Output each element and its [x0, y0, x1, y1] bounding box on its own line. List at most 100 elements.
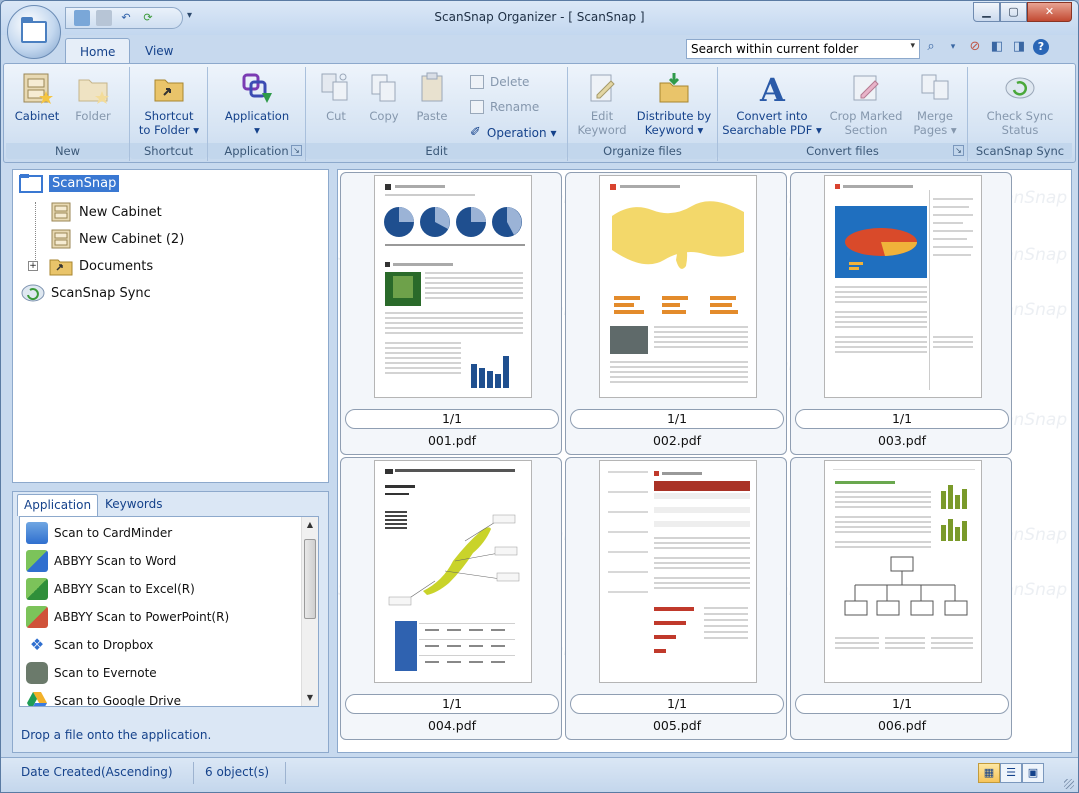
cabinet-icon — [51, 229, 71, 249]
app-item-abbyy-excel[interactable]: ABBYY Scan to Excel(R) — [26, 577, 195, 601]
cabinet-button[interactable]: Cabinet — [12, 71, 62, 123]
scroll-down-icon[interactable]: ▼ — [302, 690, 318, 706]
file-thumbnail-004[interactable]: 1/1 004.pdf — [340, 457, 562, 740]
distribute-label-1: Distribute by — [636, 109, 712, 123]
folder-tree: ScanSnap New Cabinet New Cabinet (2) + D… — [12, 169, 329, 483]
app-item-label: Scan to Google Drive — [54, 694, 181, 707]
maximize-button[interactable]: ▢ — [1000, 2, 1027, 22]
abbyy-word-icon — [26, 550, 48, 572]
application-label: Application — [224, 109, 290, 123]
copy-button[interactable]: Copy — [362, 71, 406, 123]
qat-dropdown-icon[interactable]: ▾ — [187, 10, 192, 21]
tree-item-scansnap-sync[interactable]: ScanSnap Sync — [21, 282, 151, 304]
cardminder-icon — [26, 522, 48, 544]
page-preview — [599, 460, 757, 683]
app-item-abbyy-powerpoint[interactable]: ABBYY Scan to PowerPoint(R) — [26, 605, 229, 629]
status-bar: Date Created(Ascending) 6 object(s) ▦ ☰ … — [1, 757, 1078, 792]
new-folder-icon — [78, 79, 109, 104]
app-list-scrollbar[interactable]: ▲ ▼ — [301, 517, 318, 706]
sync-icon[interactable]: ⟳ — [140, 10, 156, 26]
tab-home[interactable]: Home — [65, 38, 131, 64]
edit-keyword-button[interactable]: Edit Keyword — [572, 71, 632, 137]
file-thumbnail-003[interactable]: 1/1 003.pdf — [790, 172, 1012, 455]
search-options-icon[interactable]: ▾ — [945, 39, 961, 55]
tab-application[interactable]: Application — [17, 494, 99, 516]
tree-label: ScanSnap — [49, 174, 120, 192]
next-page-icon[interactable]: ◨ — [1011, 39, 1027, 55]
expand-documents-icon[interactable]: + — [28, 261, 38, 271]
tab-keywords[interactable]: Keywords — [99, 494, 169, 516]
previous-page-icon[interactable]: ◧ — [989, 39, 1005, 55]
group-convert: A Convert into Searchable PDF ▾ Crop Mar… — [718, 67, 968, 161]
app-panel-hint: Drop a file onto the application. — [21, 728, 212, 742]
minimize-button[interactable]: ▁ — [973, 2, 1000, 22]
app-item-evernote[interactable]: Scan to Evernote — [26, 661, 157, 685]
tree-item-new-cabinet[interactable]: New Cabinet — [49, 201, 162, 223]
help-icon[interactable]: ? — [1033, 39, 1049, 55]
document-preview — [833, 469, 975, 649]
merge-label-1: Merge — [917, 109, 953, 123]
application-panel: Application Keywords Scan to CardMinder … — [12, 491, 329, 753]
shortcut-to-folder-button[interactable]: Shortcut to Folder ▾ — [134, 71, 204, 137]
dropbox-icon: ❖ — [29, 635, 45, 654]
convert-searchable-pdf-button[interactable]: A Convert into Searchable PDF ▾ — [722, 71, 822, 137]
delete-button[interactable]: Delete — [470, 75, 529, 89]
group-shortcut: Shortcut to Folder ▾ Shortcut — [130, 67, 208, 161]
application-arrow: ▾ — [254, 123, 260, 137]
scroll-up-icon[interactable]: ▲ — [302, 517, 318, 533]
thumbnail-view-icon[interactable]: ▦ — [978, 763, 1000, 783]
paste-button[interactable]: Paste — [410, 71, 454, 123]
scrollbar-thumb[interactable] — [304, 539, 316, 619]
print-icon[interactable] — [96, 10, 112, 26]
file-thumbnail-002[interactable]: 1/1 002.pdf — [565, 172, 787, 455]
list-view-icon[interactable]: ☰ — [1000, 763, 1022, 783]
check-sync-status-button[interactable]: Check Sync Status — [976, 71, 1064, 137]
cut-label: Cut — [326, 109, 346, 123]
search-dropdown-icon[interactable]: ▾ — [910, 41, 915, 51]
group-application-label: Application ↘ — [208, 143, 305, 159]
crop-label-1: Crop Marked — [829, 109, 903, 123]
cut-button[interactable]: Cut — [314, 71, 358, 123]
file-thumbnail-006[interactable]: 1/1 006.pdf — [790, 457, 1012, 740]
folder-button[interactable]: Folder — [68, 71, 118, 123]
merge-icon — [921, 74, 949, 100]
tab-view[interactable]: View — [131, 38, 187, 64]
file-thumbnail-001[interactable]: 1/1 001.pdf — [340, 172, 562, 455]
app-item-abbyy-word[interactable]: ABBYY Scan to Word — [26, 549, 176, 573]
document-preview — [384, 184, 525, 388]
distribute-label-2: Keyword ▾ — [644, 123, 704, 137]
merge-pages-button[interactable]: Merge Pages ▾ — [910, 71, 960, 137]
app-item-cardminder[interactable]: Scan to CardMinder — [26, 521, 172, 545]
preview-view-icon[interactable]: ▣ — [1022, 763, 1044, 783]
file-thumbnail-005[interactable]: 1/1 005.pdf — [565, 457, 787, 740]
tree-item-scansnap[interactable]: ScanSnap — [19, 172, 120, 194]
operation-button[interactable]: ✐ Operation ▾ — [470, 125, 556, 140]
shortcut-label-2: to Folder ▾ — [138, 123, 200, 137]
dialog-launcher-icon[interactable]: ↘ — [953, 145, 964, 156]
app-item-label: ABBYY Scan to Excel(R) — [54, 582, 195, 596]
group-edit: Cut Copy Paste Delete Rename ✐ Operation … — [306, 67, 568, 161]
operation-label: Operation ▾ — [486, 125, 557, 140]
search-icon[interactable]: ⌕ — [923, 39, 939, 55]
delete-icon — [470, 75, 484, 89]
tree-item-new-cabinet-2[interactable]: New Cabinet (2) — [49, 228, 184, 250]
clear-search-icon[interactable]: ⊘ — [967, 39, 983, 55]
paste-icon — [421, 72, 443, 102]
resize-grip-icon[interactable] — [1064, 779, 1074, 789]
crop-marked-section-button[interactable]: Crop Marked Section — [826, 71, 906, 137]
search-input[interactable]: Search within current folder ▾ — [686, 39, 920, 59]
rename-button[interactable]: Rename — [470, 100, 539, 114]
app-menu-button[interactable] — [7, 5, 61, 59]
undo-icon[interactable]: ↶ — [118, 10, 134, 26]
cloud-sync-icon — [21, 284, 45, 302]
application-button[interactable]: Application ▾ — [216, 71, 298, 137]
distribute-by-keyword-button[interactable]: Distribute by Keyword ▾ — [634, 71, 714, 137]
dialog-launcher-icon[interactable]: ↘ — [291, 145, 302, 156]
close-button[interactable]: ✕ — [1027, 2, 1072, 22]
app-item-dropbox[interactable]: ❖ Scan to Dropbox — [26, 633, 154, 657]
tree-item-documents[interactable]: Documents — [49, 255, 153, 277]
scan-icon[interactable] — [74, 10, 90, 26]
page-count: 1/1 — [570, 409, 784, 429]
app-item-google-drive[interactable]: Scan to Google Drive — [26, 689, 181, 707]
search-tools: ⌕ ▾ ⊘ ◧ ◨ ? — [923, 39, 1049, 55]
